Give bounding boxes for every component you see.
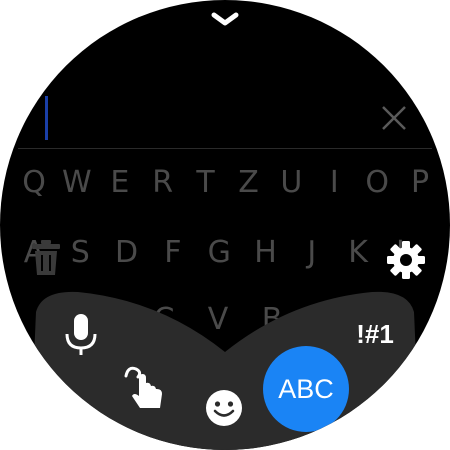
watch-screen: QWERTZUIOPASDFGHJKLYXCVBNM: [0, 0, 450, 450]
trash-icon: [32, 240, 60, 275]
smiley-icon: [206, 390, 242, 426]
delete-button[interactable]: [28, 238, 64, 278]
text-input[interactable]: [18, 92, 432, 149]
key-q[interactable]: Q: [14, 161, 54, 205]
handwriting-input-button[interactable]: [120, 360, 170, 414]
key-d[interactable]: D: [107, 231, 147, 275]
settings-button[interactable]: [384, 238, 428, 282]
chevron-down-icon[interactable]: [209, 8, 241, 30]
key-j[interactable]: J: [292, 231, 332, 275]
key-e[interactable]: E: [100, 161, 140, 205]
key-k[interactable]: K: [338, 231, 378, 275]
key-u[interactable]: U: [271, 161, 311, 205]
microphone-icon: [65, 314, 97, 355]
close-icon: [382, 106, 406, 130]
symbols-mode-button[interactable]: !#1: [342, 314, 408, 354]
key-z[interactable]: Z: [229, 161, 269, 205]
key-i[interactable]: I: [314, 161, 354, 205]
key-o[interactable]: O: [357, 161, 397, 205]
input-mode-panel: [30, 291, 420, 450]
key-r[interactable]: R: [143, 161, 183, 205]
key-p[interactable]: P: [400, 161, 440, 205]
voice-input-button[interactable]: [58, 310, 104, 360]
key-v[interactable]: V: [198, 298, 238, 342]
key-g[interactable]: G: [199, 231, 239, 275]
key-t[interactable]: T: [186, 161, 226, 205]
key-f[interactable]: F: [153, 231, 193, 275]
key-n[interactable]: N: [306, 298, 346, 342]
emoji-button[interactable]: [202, 386, 246, 430]
gear-icon: [387, 241, 425, 279]
key-s[interactable]: S: [60, 231, 100, 275]
key-h[interactable]: H: [246, 231, 286, 275]
key-c[interactable]: C: [144, 298, 184, 342]
key-w[interactable]: W: [57, 161, 97, 205]
key-b[interactable]: B: [252, 298, 292, 342]
hand-pointer-icon: [124, 366, 162, 408]
text-cursor: [45, 96, 48, 140]
abc-mode-button[interactable]: ABC: [263, 346, 349, 432]
clear-text-button[interactable]: [376, 100, 412, 136]
